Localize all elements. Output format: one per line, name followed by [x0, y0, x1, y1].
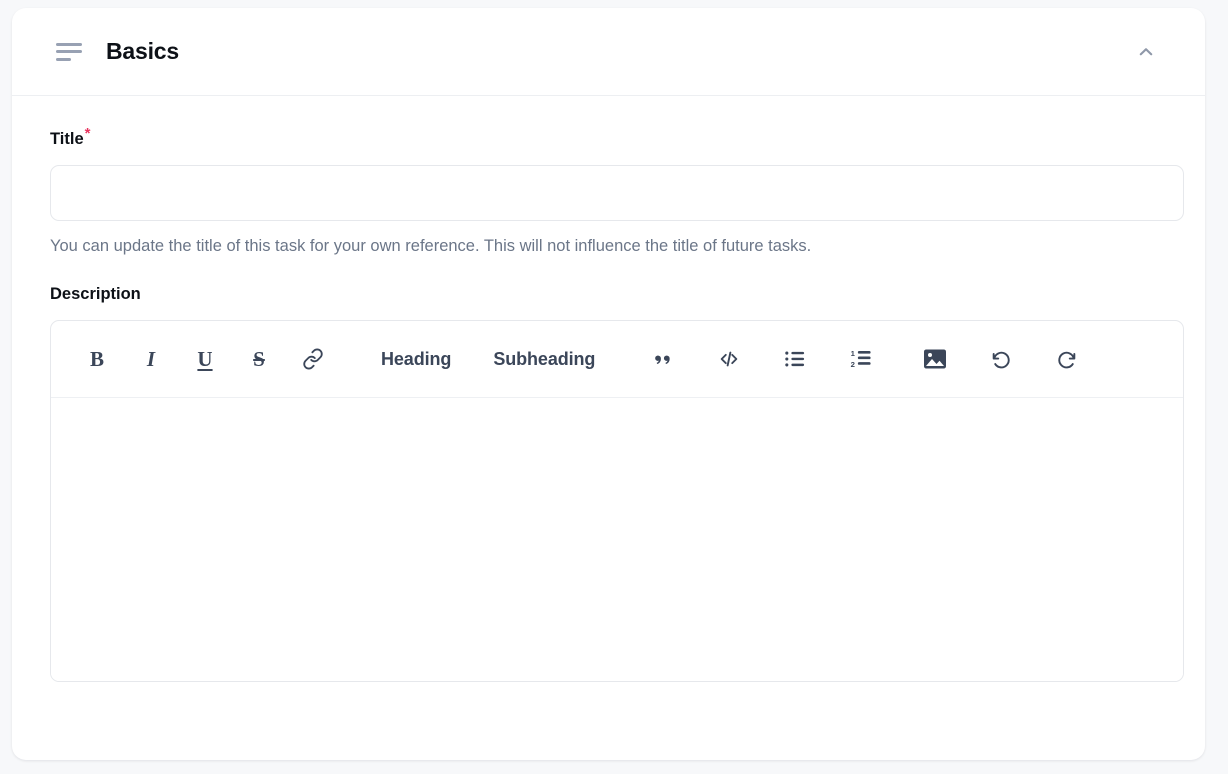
- description-textarea[interactable]: [51, 398, 1183, 682]
- italic-button[interactable]: I: [131, 339, 171, 379]
- image-icon: [923, 348, 947, 370]
- numbered-list-button[interactable]: 1 2: [841, 339, 881, 379]
- description-label-wrap: Description: [50, 285, 1167, 304]
- italic-icon: I: [146, 346, 156, 371]
- redo-icon: [1055, 348, 1079, 370]
- title-field-label: Title*: [50, 126, 1167, 149]
- chevron-up-icon: [1136, 42, 1156, 62]
- undo-button[interactable]: [981, 339, 1021, 379]
- required-asterisk: *: [84, 124, 91, 142]
- undo-icon: [989, 348, 1013, 370]
- code-button[interactable]: [709, 339, 749, 379]
- svg-text:1: 1: [850, 349, 855, 358]
- description-field-label: Description: [50, 285, 141, 304]
- title-input[interactable]: [50, 165, 1184, 221]
- editor-toolbar: B I U S Heading Subheading 1 2: [51, 321, 1183, 399]
- underline-icon: U: [197, 346, 213, 371]
- basics-card: Basics Title* You can update the title o…: [12, 8, 1205, 760]
- link-icon: [302, 348, 324, 370]
- numbered-list-icon: 1 2: [850, 349, 873, 369]
- redo-button[interactable]: [1047, 339, 1087, 379]
- card-header: Basics: [12, 8, 1205, 96]
- title-label-text: Title: [50, 130, 84, 148]
- page-title: Basics: [106, 38, 179, 64]
- strikethrough-button[interactable]: S: [239, 339, 279, 379]
- page-root: Basics Title* You can update the title o…: [0, 0, 1228, 774]
- heading-button[interactable]: Heading: [367, 339, 465, 379]
- code-icon: [717, 348, 741, 370]
- insert-image-button[interactable]: [915, 339, 955, 379]
- bold-button[interactable]: B: [77, 339, 117, 379]
- collapse-section-button[interactable]: [1131, 37, 1161, 67]
- blockquote-button[interactable]: [643, 339, 683, 379]
- bullet-list-icon: [784, 349, 806, 369]
- bold-icon: B: [89, 346, 104, 371]
- strikethrough-icon: S: [253, 346, 265, 371]
- title-helper-text: You can update the title of this task fo…: [50, 237, 812, 255]
- list-lines-icon: [56, 42, 82, 61]
- card-body: Title* You can update the title of this …: [12, 96, 1205, 683]
- underline-button[interactable]: U: [185, 339, 225, 379]
- subheading-button[interactable]: Subheading: [479, 339, 609, 379]
- link-button[interactable]: [293, 339, 333, 379]
- svg-text:2: 2: [850, 361, 854, 370]
- quote-icon: [653, 349, 674, 370]
- description-editor: B I U S Heading Subheading 1 2: [50, 320, 1184, 683]
- bullet-list-button[interactable]: [775, 339, 815, 379]
